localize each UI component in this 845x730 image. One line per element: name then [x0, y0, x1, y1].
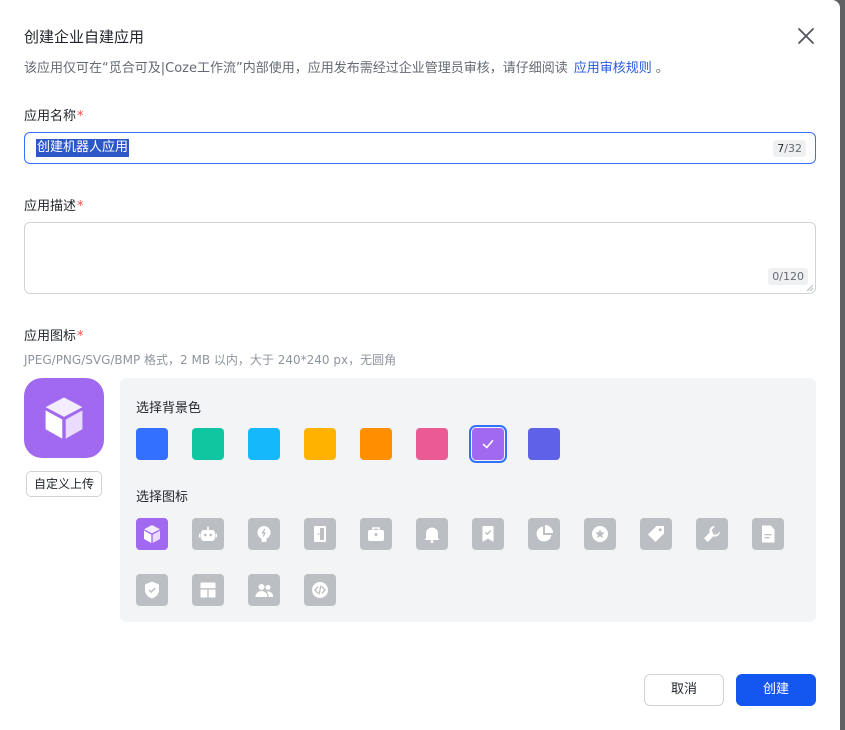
app-name-label-text: 应用名称	[24, 109, 77, 124]
briefcase-icon	[368, 527, 384, 541]
dialog-subtitle: 该应用仅可在“觅合可及|Coze工作流”内部使用，应用发布需经过企业管理员审核，…	[24, 57, 669, 76]
dialog-title: 创建企业自建应用	[24, 28, 145, 46]
app-icon-label-text: 应用图标	[24, 329, 77, 344]
icon-title: 选择图标	[136, 490, 189, 505]
color-swatch[interactable]	[304, 428, 336, 460]
color-swatch[interactable]	[416, 428, 448, 460]
close-icon[interactable]	[794, 24, 818, 48]
wrench-icon	[704, 525, 721, 542]
robot-icon-option[interactable]	[192, 518, 224, 550]
required-mark: *	[77, 199, 84, 214]
star-badge-icon-option[interactable]	[584, 518, 616, 550]
door-icon	[314, 526, 326, 542]
app-desc-label: 应用描述*	[24, 195, 84, 214]
icon-format-hint: JPEG/PNG/SVG/BMP 格式，2 MB 以内，大于 240*240 p…	[24, 353, 397, 367]
tag-icon-option[interactable]	[640, 518, 672, 550]
app-name-counter: 7/32	[773, 140, 806, 157]
app-desc-counter: 0/120	[768, 268, 808, 285]
bookmark-check-icon-option[interactable]	[472, 518, 504, 550]
cancel-button[interactable]: 取消	[644, 674, 724, 706]
users-icon-option[interactable]	[248, 574, 280, 606]
layout-icon	[200, 582, 216, 598]
document-icon	[762, 525, 775, 543]
code-icon	[312, 582, 328, 598]
bell-icon	[424, 527, 440, 544]
icon-preview	[24, 378, 104, 458]
color-swatch[interactable]	[469, 425, 507, 463]
app-desc-label-text: 应用描述	[24, 199, 77, 214]
door-icon-option[interactable]	[304, 518, 336, 550]
required-mark: *	[77, 329, 84, 344]
cube-icon	[45, 397, 83, 439]
required-mark: *	[77, 109, 84, 124]
review-rules-link[interactable]: 应用审核规则	[574, 61, 652, 76]
color-swatch[interactable]	[136, 428, 168, 460]
shield-check-icon	[145, 581, 159, 599]
app-desc-textarea[interactable]: 0/120	[24, 222, 816, 294]
color-swatch[interactable]	[248, 428, 280, 460]
color-swatch[interactable]	[360, 428, 392, 460]
bell-icon-option[interactable]	[416, 518, 448, 550]
lightbulb-icon-option[interactable]	[248, 518, 280, 550]
check-icon	[482, 440, 494, 449]
custom-upload-button[interactable]: 自定义上传	[26, 471, 102, 497]
tag-icon	[648, 526, 664, 542]
subtitle-end: 。	[655, 61, 669, 76]
app-name-label: 应用名称*	[24, 105, 84, 124]
star-badge-icon	[592, 526, 608, 542]
create-app-dialog: 创建企业自建应用 该应用仅可在“觅合可及|Coze工作流”内部使用，应用发布需经…	[0, 0, 840, 730]
robot-icon	[199, 526, 217, 541]
app-icon-label: 应用图标*	[24, 325, 84, 344]
icon-picker-panel: 选择背景色 选择图标	[120, 378, 816, 622]
color-swatch[interactable]	[528, 428, 560, 460]
subtitle-text: 该应用仅可在“觅合可及|Coze工作流”内部使用，应用发布需经过企业管理员审核，…	[24, 61, 568, 76]
briefcase-icon-option[interactable]	[360, 518, 392, 550]
app-name-max: /32	[784, 142, 802, 155]
lightbulb-icon	[257, 526, 271, 542]
document-icon-option[interactable]	[752, 518, 784, 550]
shield-check-icon-option[interactable]	[136, 574, 168, 606]
create-button[interactable]: 创建	[736, 674, 816, 706]
bookmark-check-icon	[482, 526, 494, 542]
app-name-value: 创建机器人应用	[36, 139, 130, 157]
wrench-icon-option[interactable]	[696, 518, 728, 550]
layout-icon-option[interactable]	[192, 574, 224, 606]
pie-chart-icon-option[interactable]	[528, 518, 560, 550]
cube-icon	[144, 525, 160, 543]
bg-color-title: 选择背景色	[136, 401, 202, 416]
color-swatch[interactable]	[192, 428, 224, 460]
code-icon-option[interactable]	[304, 574, 336, 606]
users-icon	[255, 584, 274, 597]
pie-chart-icon	[536, 525, 553, 542]
app-name-input[interactable]: 创建机器人应用 7/32	[24, 132, 816, 164]
resize-handle-icon[interactable]	[807, 285, 813, 291]
cube-icon-option[interactable]	[136, 518, 168, 550]
